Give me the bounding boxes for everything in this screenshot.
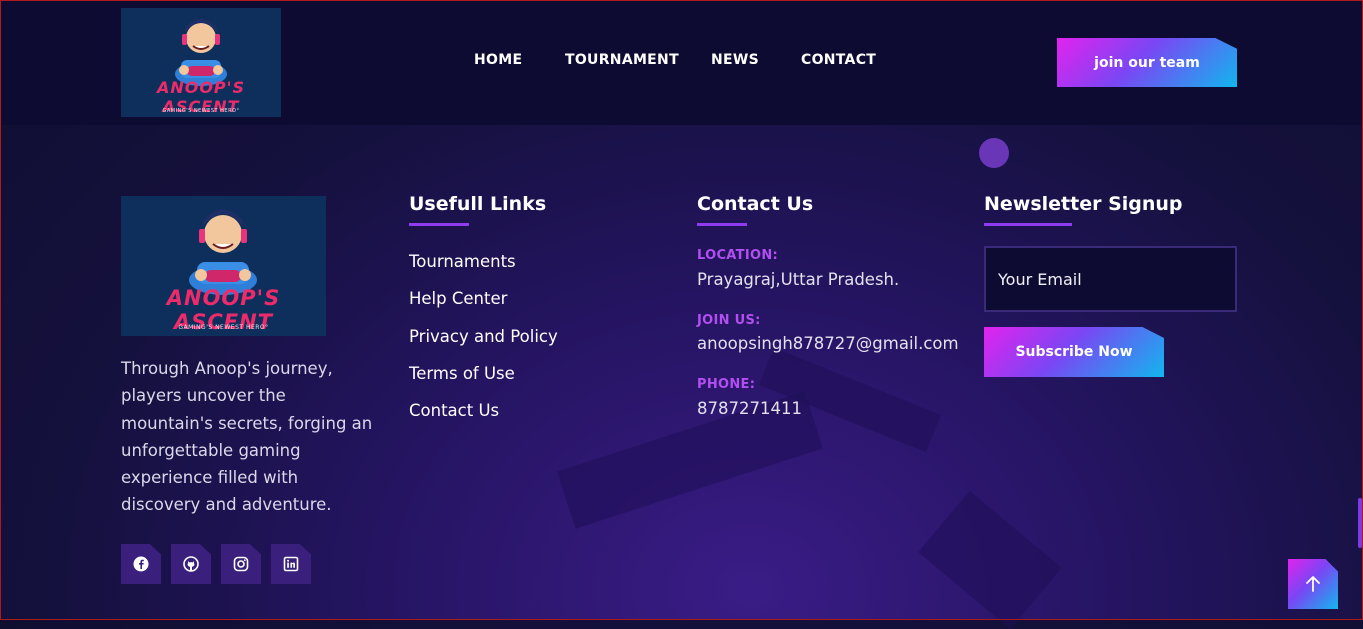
about-text: Through Anoop's journey, players uncover…: [121, 359, 373, 515]
useful-links-title: Usefull Links: [409, 193, 547, 215]
site-header: ANOOP'S ASCENT GAMING'S NEWEST HERO° HOM…: [0, 0, 1363, 125]
join-label: JOIN US:: [697, 313, 761, 328]
title-underline: [697, 223, 747, 226]
nav-item-tournament[interactable]: TOURNAMENT: [565, 52, 679, 68]
instagram-button[interactable]: [221, 544, 261, 584]
nav-item-news[interactable]: NEWS: [711, 52, 759, 68]
instagram-icon: [233, 556, 249, 572]
join-email-value[interactable]: anoopsingh878727@gmail.com: [697, 334, 959, 353]
link-privacy-policy[interactable]: Privacy and Policy: [409, 327, 558, 346]
phone-label: PHONE:: [697, 377, 756, 392]
footer-logo-tagline: GAMING'S NEWEST HERO°: [178, 324, 269, 331]
location-value: Prayagraj,Uttar Pradesh.: [697, 270, 900, 289]
nav-item-contact[interactable]: CONTACT: [801, 52, 876, 68]
linkedin-button[interactable]: [271, 544, 311, 584]
phone-value[interactable]: 8787271411: [697, 399, 802, 418]
arrow-up-icon: [1306, 576, 1320, 592]
github-button[interactable]: [171, 544, 211, 584]
decorative-dot: [979, 138, 1009, 168]
scroll-to-top-button[interactable]: [1288, 559, 1338, 609]
title-underline: [409, 223, 469, 226]
facebook-button[interactable]: [121, 544, 161, 584]
facebook-icon: [133, 556, 149, 572]
nav-item-home[interactable]: HOME: [474, 52, 522, 68]
link-tournaments[interactable]: Tournaments: [409, 252, 516, 271]
link-terms-of-use[interactable]: Terms of Use: [409, 364, 515, 383]
scrollbar-thumb[interactable]: [1358, 498, 1362, 548]
newsletter-title: Newsletter Signup: [984, 193, 1183, 215]
newsletter-email-input[interactable]: [984, 246, 1237, 312]
header-logo-tagline: GAMING'S NEWEST HERO°: [162, 108, 240, 114]
title-underline: [984, 223, 1072, 226]
github-icon: [183, 556, 199, 572]
subscribe-button[interactable]: Subscribe Now: [984, 327, 1164, 377]
link-contact-us[interactable]: Contact Us: [409, 401, 499, 420]
header-logo[interactable]: ANOOP'S ASCENT GAMING'S NEWEST HERO°: [121, 8, 281, 117]
footer-logo[interactable]: ANOOP'S ASCENT GAMING'S NEWEST HERO°: [121, 196, 326, 336]
location-label: LOCATION:: [697, 248, 778, 263]
background-texture: [918, 490, 1062, 629]
contact-title: Contact Us: [697, 193, 814, 215]
link-help-center[interactable]: Help Center: [409, 289, 507, 308]
join-team-button[interactable]: join our team: [1057, 38, 1237, 87]
linkedin-icon: [283, 556, 299, 572]
